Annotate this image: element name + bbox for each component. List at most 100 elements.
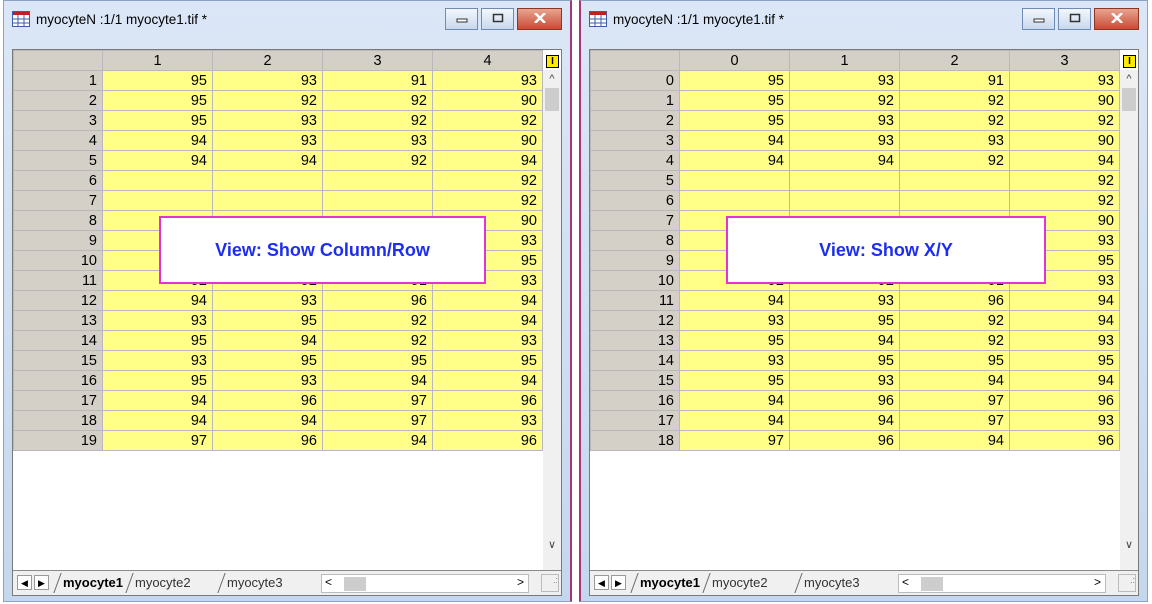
row-header[interactable]: 15 [590,370,680,391]
tab-next-icon[interactable]: ▶ [611,575,626,590]
title-bar[interactable]: myocyteN :1/1 myocyte1.tif * [4,1,570,47]
data-cell[interactable]: 96 [1009,390,1120,411]
row-header[interactable]: 11 [590,290,680,311]
data-cell[interactable]: 92 [899,110,1010,131]
data-cell[interactable]: 92 [899,330,1010,351]
minimize-button[interactable] [1022,8,1055,30]
row-header[interactable]: 10 [13,250,103,271]
tab-next-icon[interactable]: ▶ [34,575,49,590]
data-cell[interactable]: 92 [432,110,543,131]
data-cell[interactable]: 94 [102,410,213,431]
data-cell[interactable]: 93 [432,410,543,431]
data-cell[interactable]: 94 [789,330,900,351]
row-header[interactable]: 4 [590,150,680,171]
data-cell[interactable]: 94 [679,130,790,151]
column-header[interactable]: 4 [432,50,543,71]
data-cell[interactable]: 95 [102,90,213,111]
data-cell[interactable]: 93 [1009,70,1120,91]
row-header[interactable]: 1 [590,90,680,111]
sheet-tab-myocyte3[interactable]: myocyte3 [227,575,283,590]
sheet-tab-myocyte2[interactable]: myocyte2 [712,575,768,590]
data-cell[interactable]: 94 [899,430,1010,451]
data-cell[interactable]: 95 [679,370,790,391]
data-cell[interactable]: 93 [1009,410,1120,431]
data-cell[interactable]: 94 [432,370,543,391]
row-header[interactable]: 18 [13,410,103,431]
data-cell[interactable]: 92 [899,150,1010,171]
scroll-right-icon[interactable]: > [517,575,524,589]
scroll-up-icon[interactable]: ^ [1120,70,1138,88]
data-cell[interactable]: 95 [212,350,323,371]
title-bar[interactable]: myocyteN :1/1 myocyte1.tif * [581,1,1147,47]
row-header[interactable]: 12 [590,310,680,331]
scroll-left-icon[interactable]: < [902,575,909,589]
data-cell[interactable]: 93 [789,130,900,151]
row-header[interactable]: 4 [13,130,103,151]
data-cell[interactable]: 95 [212,310,323,331]
data-cell[interactable]: 97 [899,410,1010,431]
sheet-tab-myocyte1[interactable]: myocyte1 [63,575,123,590]
data-cell[interactable]: 97 [322,410,433,431]
data-cell[interactable] [899,170,1010,191]
column-header[interactable]: 2 [212,50,323,71]
data-cell[interactable]: 95 [1009,350,1120,371]
column-header[interactable]: 1 [102,50,213,71]
row-header[interactable]: 9 [590,250,680,271]
row-header[interactable]: 16 [13,370,103,391]
row-header[interactable]: 2 [13,90,103,111]
data-cell[interactable]: 97 [679,430,790,451]
data-cell[interactable]: 93 [102,350,213,371]
data-cell[interactable]: 94 [899,370,1010,391]
row-header[interactable]: 1 [13,70,103,91]
data-cell[interactable]: 94 [789,410,900,431]
data-cell[interactable] [789,170,900,191]
data-cell[interactable]: 95 [679,110,790,131]
data-cell[interactable] [212,190,323,211]
data-cell[interactable]: 96 [322,290,433,311]
column-header[interactable]: 0 [679,50,790,71]
data-cell[interactable]: 91 [899,70,1010,91]
data-cell[interactable]: 95 [102,330,213,351]
data-cell[interactable] [102,170,213,191]
data-cell[interactable]: 94 [432,310,543,331]
data-cell[interactable]: 93 [212,130,323,151]
sheet-tab-myocyte3[interactable]: myocyte3 [804,575,860,590]
data-cell[interactable]: 92 [1009,170,1120,191]
row-header[interactable]: 12 [13,290,103,311]
data-cell[interactable]: 92 [322,330,433,351]
data-cell[interactable]: 93 [102,310,213,331]
data-cell[interactable] [322,170,433,191]
horizontal-scroll-thumb[interactable] [344,577,366,591]
data-cell[interactable]: 92 [322,310,433,331]
data-cell[interactable] [679,170,790,191]
data-cell[interactable]: 94 [102,150,213,171]
scroll-up-icon[interactable]: ^ [543,70,561,88]
data-cell[interactable]: 93 [789,290,900,311]
data-cell[interactable]: 93 [212,110,323,131]
data-cell[interactable]: 94 [679,150,790,171]
data-cell[interactable]: 90 [432,130,543,151]
data-cell[interactable]: 94 [212,330,323,351]
horizontal-scrollbar[interactable]: < > [321,574,529,593]
data-cell[interactable]: 97 [322,390,433,411]
close-button[interactable] [517,8,562,30]
data-cell[interactable]: 94 [1009,370,1120,391]
column-info-icon[interactable]: I [1123,55,1136,68]
data-cell[interactable]: 94 [789,150,900,171]
data-cell[interactable]: 93 [789,70,900,91]
data-cell[interactable] [102,190,213,211]
data-cell[interactable]: 93 [1009,330,1120,351]
data-cell[interactable] [212,170,323,191]
data-cell[interactable]: 94 [212,150,323,171]
data-cell[interactable]: 92 [789,90,900,111]
row-header[interactable]: 5 [13,150,103,171]
scroll-left-icon[interactable]: < [325,575,332,589]
data-cell[interactable] [789,190,900,211]
row-header[interactable]: 18 [590,430,680,451]
data-cell[interactable]: 96 [432,430,543,451]
column-header[interactable]: 3 [322,50,433,71]
data-cell[interactable]: 96 [899,290,1010,311]
data-cell[interactable]: 92 [212,90,323,111]
row-header[interactable]: 17 [13,390,103,411]
row-header[interactable]: 7 [13,190,103,211]
